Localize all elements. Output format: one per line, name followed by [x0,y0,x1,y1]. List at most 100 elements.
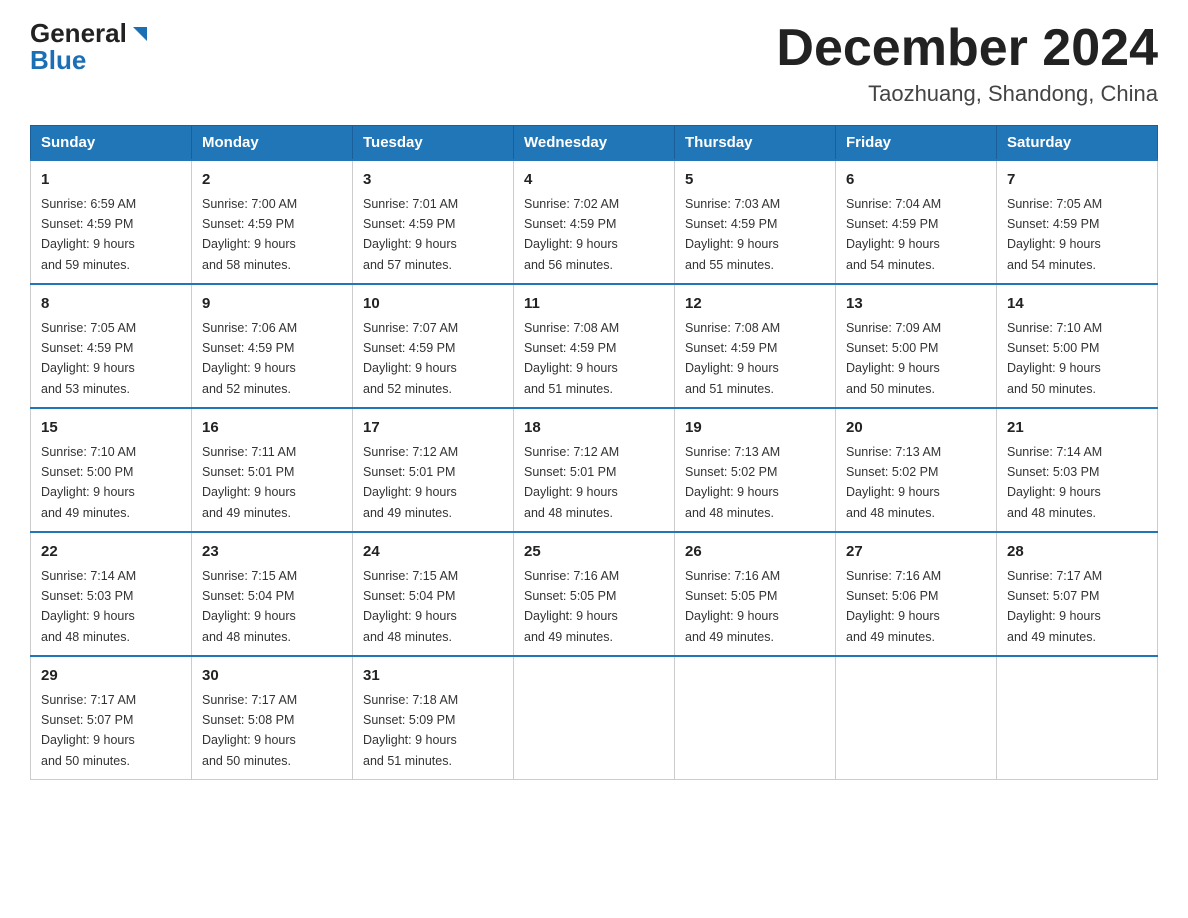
day-number: 31 [363,665,503,688]
day-number: 9 [202,293,342,316]
day-info: Sunrise: 7:12 AMSunset: 5:01 PMDaylight:… [524,445,619,520]
calendar-cell: 4 Sunrise: 7:02 AMSunset: 4:59 PMDayligh… [514,160,675,284]
calendar-cell: 15 Sunrise: 7:10 AMSunset: 5:00 PMDaylig… [31,408,192,532]
logo-blue: Blue [30,45,86,75]
day-number: 28 [1007,541,1147,564]
day-info: Sunrise: 7:10 AMSunset: 5:00 PMDaylight:… [1007,321,1102,396]
calendar-cell: 28 Sunrise: 7:17 AMSunset: 5:07 PMDaylig… [997,532,1158,656]
day-info: Sunrise: 7:16 AMSunset: 5:05 PMDaylight:… [685,569,780,644]
day-info: Sunrise: 7:16 AMSunset: 5:06 PMDaylight:… [846,569,941,644]
day-info: Sunrise: 7:17 AMSunset: 5:07 PMDaylight:… [41,693,136,768]
calendar-week-row: 8 Sunrise: 7:05 AMSunset: 4:59 PMDayligh… [31,284,1158,408]
day-header-tuesday: Tuesday [353,126,514,161]
calendar-cell: 2 Sunrise: 7:00 AMSunset: 4:59 PMDayligh… [192,160,353,284]
day-info: Sunrise: 7:18 AMSunset: 5:09 PMDaylight:… [363,693,458,768]
day-number: 14 [1007,293,1147,316]
calendar-cell: 17 Sunrise: 7:12 AMSunset: 5:01 PMDaylig… [353,408,514,532]
day-number: 17 [363,417,503,440]
day-number: 30 [202,665,342,688]
page-header: General Blue December 2024 Taozhuang, Sh… [30,20,1158,107]
logo: General Blue [30,20,151,75]
calendar-cell: 3 Sunrise: 7:01 AMSunset: 4:59 PMDayligh… [353,160,514,284]
day-number: 15 [41,417,181,440]
calendar-cell: 9 Sunrise: 7:06 AMSunset: 4:59 PMDayligh… [192,284,353,408]
day-number: 23 [202,541,342,564]
day-info: Sunrise: 7:12 AMSunset: 5:01 PMDaylight:… [363,445,458,520]
day-number: 13 [846,293,986,316]
day-number: 10 [363,293,503,316]
calendar-title: December 2024 [776,20,1158,77]
day-number: 8 [41,293,181,316]
calendar-cell: 1 Sunrise: 6:59 AMSunset: 4:59 PMDayligh… [31,160,192,284]
day-header-thursday: Thursday [675,126,836,161]
calendar-week-row: 29 Sunrise: 7:17 AMSunset: 5:07 PMDaylig… [31,656,1158,780]
day-header-sunday: Sunday [31,126,192,161]
calendar-header-row: SundayMondayTuesdayWednesdayThursdayFrid… [31,126,1158,161]
day-info: Sunrise: 7:10 AMSunset: 5:00 PMDaylight:… [41,445,136,520]
calendar-cell [675,656,836,780]
calendar-cell: 11 Sunrise: 7:08 AMSunset: 4:59 PMDaylig… [514,284,675,408]
calendar-cell: 25 Sunrise: 7:16 AMSunset: 5:05 PMDaylig… [514,532,675,656]
day-number: 7 [1007,169,1147,192]
day-info: Sunrise: 7:06 AMSunset: 4:59 PMDaylight:… [202,321,297,396]
calendar-cell: 7 Sunrise: 7:05 AMSunset: 4:59 PMDayligh… [997,160,1158,284]
day-number: 22 [41,541,181,564]
calendar-cell [836,656,997,780]
calendar-cell: 13 Sunrise: 7:09 AMSunset: 5:00 PMDaylig… [836,284,997,408]
calendar-cell [514,656,675,780]
day-number: 24 [363,541,503,564]
day-number: 11 [524,293,664,316]
day-info: Sunrise: 7:11 AMSunset: 5:01 PMDaylight:… [202,445,296,520]
day-info: Sunrise: 7:03 AMSunset: 4:59 PMDaylight:… [685,197,780,272]
day-info: Sunrise: 7:02 AMSunset: 4:59 PMDaylight:… [524,197,619,272]
day-info: Sunrise: 7:13 AMSunset: 5:02 PMDaylight:… [685,445,780,520]
calendar-cell: 21 Sunrise: 7:14 AMSunset: 5:03 PMDaylig… [997,408,1158,532]
day-info: Sunrise: 7:16 AMSunset: 5:05 PMDaylight:… [524,569,619,644]
day-number: 27 [846,541,986,564]
calendar-cell: 16 Sunrise: 7:11 AMSunset: 5:01 PMDaylig… [192,408,353,532]
day-number: 4 [524,169,664,192]
calendar-week-row: 15 Sunrise: 7:10 AMSunset: 5:00 PMDaylig… [31,408,1158,532]
day-info: Sunrise: 7:14 AMSunset: 5:03 PMDaylight:… [41,569,136,644]
day-info: Sunrise: 7:00 AMSunset: 4:59 PMDaylight:… [202,197,297,272]
day-number: 16 [202,417,342,440]
logo-general: General [30,20,127,47]
day-number: 21 [1007,417,1147,440]
calendar-cell: 6 Sunrise: 7:04 AMSunset: 4:59 PMDayligh… [836,160,997,284]
day-info: Sunrise: 7:13 AMSunset: 5:02 PMDaylight:… [846,445,941,520]
calendar-cell: 12 Sunrise: 7:08 AMSunset: 4:59 PMDaylig… [675,284,836,408]
calendar-cell: 27 Sunrise: 7:16 AMSunset: 5:06 PMDaylig… [836,532,997,656]
day-info: Sunrise: 7:04 AMSunset: 4:59 PMDaylight:… [846,197,941,272]
logo-general-text: General [30,20,151,47]
title-block: December 2024 Taozhuang, Shandong, China [776,20,1158,107]
day-number: 3 [363,169,503,192]
calendar-cell [997,656,1158,780]
calendar-cell: 10 Sunrise: 7:07 AMSunset: 4:59 PMDaylig… [353,284,514,408]
day-header-wednesday: Wednesday [514,126,675,161]
day-number: 29 [41,665,181,688]
day-info: Sunrise: 7:17 AMSunset: 5:07 PMDaylight:… [1007,569,1102,644]
day-info: Sunrise: 7:17 AMSunset: 5:08 PMDaylight:… [202,693,297,768]
day-info: Sunrise: 7:09 AMSunset: 5:00 PMDaylight:… [846,321,941,396]
day-info: Sunrise: 7:08 AMSunset: 4:59 PMDaylight:… [685,321,780,396]
calendar-cell: 22 Sunrise: 7:14 AMSunset: 5:03 PMDaylig… [31,532,192,656]
day-number: 1 [41,169,181,192]
day-info: Sunrise: 7:15 AMSunset: 5:04 PMDaylight:… [202,569,297,644]
calendar-cell: 20 Sunrise: 7:13 AMSunset: 5:02 PMDaylig… [836,408,997,532]
day-number: 25 [524,541,664,564]
calendar-cell: 14 Sunrise: 7:10 AMSunset: 5:00 PMDaylig… [997,284,1158,408]
calendar-cell: 24 Sunrise: 7:15 AMSunset: 5:04 PMDaylig… [353,532,514,656]
calendar-cell: 19 Sunrise: 7:13 AMSunset: 5:02 PMDaylig… [675,408,836,532]
calendar-cell: 23 Sunrise: 7:15 AMSunset: 5:04 PMDaylig… [192,532,353,656]
calendar-table: SundayMondayTuesdayWednesdayThursdayFrid… [30,125,1158,780]
day-number: 26 [685,541,825,564]
logo-blue-text: Blue [30,47,151,74]
logo-triangle-icon [129,23,151,45]
day-info: Sunrise: 6:59 AMSunset: 4:59 PMDaylight:… [41,197,136,272]
calendar-cell: 30 Sunrise: 7:17 AMSunset: 5:08 PMDaylig… [192,656,353,780]
day-header-monday: Monday [192,126,353,161]
day-number: 12 [685,293,825,316]
day-info: Sunrise: 7:07 AMSunset: 4:59 PMDaylight:… [363,321,458,396]
calendar-subtitle: Taozhuang, Shandong, China [776,81,1158,107]
calendar-cell: 8 Sunrise: 7:05 AMSunset: 4:59 PMDayligh… [31,284,192,408]
